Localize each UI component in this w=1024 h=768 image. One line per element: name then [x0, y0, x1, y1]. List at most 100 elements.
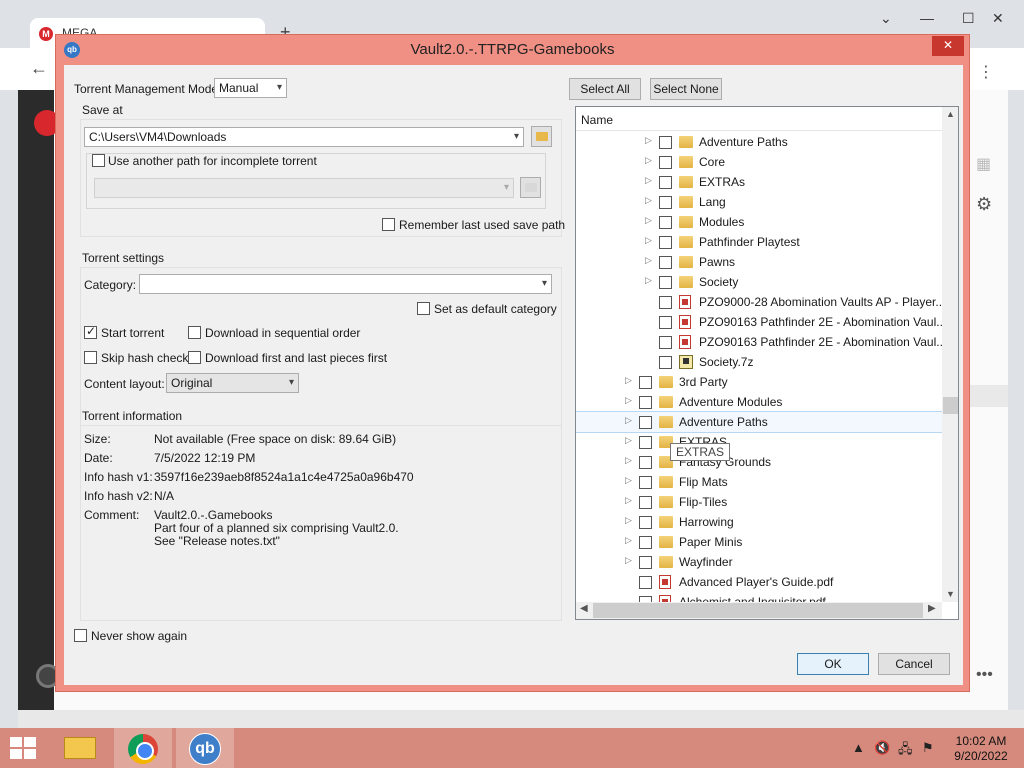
tree-row[interactable]: ▷ Adventure Paths — [576, 411, 943, 433]
expand-arrow-icon[interactable]: ▷ — [625, 475, 632, 486]
tree-row-checkbox[interactable] — [639, 396, 652, 409]
expand-arrow-icon[interactable]: ▷ — [625, 535, 632, 546]
tree-row[interactable]: ▷ Wayfinder — [576, 552, 942, 572]
tree-row-checkbox[interactable] — [659, 156, 672, 169]
tree-row-checkbox[interactable] — [639, 536, 652, 549]
tree-row-checkbox[interactable] — [659, 196, 672, 209]
dialog-titlebar[interactable]: qb Vault2.0.-.TTRPG-Gamebooks ✕ — [56, 35, 969, 65]
tree-row-checkbox[interactable] — [639, 456, 652, 469]
cancel-button[interactable]: Cancel — [878, 653, 950, 675]
default-category-checkbox[interactable] — [417, 302, 430, 315]
tree-row[interactable]: ▷ EXTRAS — [576, 432, 942, 452]
tree-row[interactable]: ▷ Pawns — [576, 252, 942, 272]
expand-arrow-icon[interactable]: ▷ — [645, 135, 652, 146]
minimize-icon[interactable]: — — [920, 10, 934, 26]
name-column-header[interactable]: Name — [581, 113, 613, 127]
skip-hash-checkbox[interactable] — [84, 351, 97, 364]
tree-row[interactable]: ▷ EXTRAs — [576, 172, 942, 192]
save-path-combo[interactable]: C:\Users\VM4\Downloads ▾ — [84, 127, 524, 147]
expand-arrow-icon[interactable]: ▷ — [625, 395, 632, 406]
tray-expand-icon[interactable]: ▲ — [852, 740, 865, 755]
tree-row-checkbox[interactable] — [639, 376, 652, 389]
horizontal-scrollbar[interactable]: ◀ ▶ — [576, 602, 942, 619]
expand-arrow-icon[interactable]: ▷ — [645, 255, 652, 266]
taskbar-qbittorrent[interactable]: qb — [176, 728, 234, 768]
select-all-button[interactable]: Select All — [569, 78, 641, 100]
scroll-left-icon[interactable]: ◀ — [580, 603, 588, 614]
expand-arrow-icon[interactable]: ▷ — [645, 195, 652, 206]
tree-row-checkbox[interactable] — [639, 516, 652, 529]
tree-row-checkbox[interactable] — [659, 176, 672, 189]
scroll-down-icon[interactable]: ▼ — [946, 589, 955, 599]
remember-path-checkbox[interactable] — [382, 218, 395, 231]
scroll-up-icon[interactable]: ▲ — [946, 109, 955, 119]
expand-arrow-icon[interactable]: ▷ — [625, 375, 632, 386]
expand-arrow-icon[interactable]: ▷ — [645, 155, 652, 166]
kebab-menu-icon[interactable]: ⋮ — [978, 62, 994, 82]
taskbar-clock[interactable]: 10:02 AM 9/20/2022 — [946, 734, 1016, 764]
tree-row-checkbox[interactable] — [659, 336, 672, 349]
grid-view-icon[interactable]: ▦ — [976, 154, 991, 174]
tree-row-checkbox[interactable] — [639, 496, 652, 509]
tree-header[interactable]: Name ⌃ — [576, 107, 942, 131]
tree-row-checkbox[interactable] — [639, 476, 652, 489]
speaker-muted-icon[interactable]: 🔇 — [874, 740, 890, 756]
tree-row[interactable]: ▷ Modules — [576, 212, 942, 232]
action-center-flag-icon[interactable]: ⚑ — [922, 740, 934, 756]
tree-row-checkbox[interactable] — [639, 416, 652, 429]
scroll-right-icon[interactable]: ▶ — [928, 603, 936, 614]
tree-row-checkbox[interactable] — [639, 556, 652, 569]
tree-row[interactable]: Society.7z — [576, 352, 942, 372]
expand-arrow-icon[interactable]: ▷ — [645, 175, 652, 186]
maximize-icon[interactable]: ☐ — [962, 10, 975, 27]
expand-arrow-icon[interactable]: ▷ — [625, 515, 632, 526]
start-torrent-checkbox[interactable] — [84, 324, 97, 339]
close-window-icon[interactable]: ✕ — [992, 10, 1004, 27]
tree-row[interactable]: ▷ Pathfinder Playtest — [576, 232, 942, 252]
tree-row[interactable]: ▷ Harrowing — [576, 512, 942, 532]
gear-icon[interactable]: ⚙ — [976, 194, 992, 215]
content-layout-select[interactable]: Original ▾ — [166, 373, 299, 393]
tree-row[interactable]: Advanced Player's Guide.pdf — [576, 572, 942, 592]
file-tree[interactable]: Name ⌃ ▷ Adventure Paths ▷ Core ▷ EXTRAs ▷ Lang… — [575, 106, 959, 620]
tree-row[interactable]: ▷ Fantasy Grounds — [576, 452, 942, 472]
tree-row[interactable]: ▷ Flip Mats — [576, 472, 942, 492]
tree-row[interactable]: PZO90163 Pathfinder 2E - Abomination Vau… — [576, 312, 946, 332]
select-none-button[interactable]: Select None — [650, 78, 722, 100]
tree-row[interactable]: ▷ Society — [576, 272, 942, 292]
management-mode-select[interactable]: Manual ▾ — [214, 78, 287, 98]
vertical-scroll-thumb[interactable] — [943, 397, 958, 414]
taskbar-chrome[interactable] — [114, 728, 172, 768]
another-path-checkbox[interactable] — [92, 154, 105, 167]
expand-arrow-icon[interactable]: ▷ — [625, 435, 632, 446]
network-icon[interactable]: 🖧 — [898, 740, 913, 762]
expand-arrow-icon[interactable]: ▷ — [625, 415, 632, 426]
browse-folder-button[interactable] — [531, 126, 552, 147]
expand-arrow-icon[interactable]: ▷ — [625, 555, 632, 566]
tree-row[interactable]: ▷ Flip-Tiles — [576, 492, 942, 512]
dialog-close-button[interactable]: ✕ — [932, 36, 964, 56]
tree-row[interactable]: ▷ Paper Minis — [576, 532, 942, 552]
expand-arrow-icon[interactable]: ▷ — [645, 215, 652, 226]
tree-row-checkbox[interactable] — [639, 436, 652, 449]
ok-button[interactable]: OK — [797, 653, 869, 675]
vertical-scrollbar[interactable]: ▲ ▼ — [942, 107, 958, 602]
back-arrow-icon[interactable]: ← — [30, 58, 48, 79]
expand-arrow-icon[interactable]: ▷ — [625, 455, 632, 466]
tree-row-checkbox[interactable] — [659, 316, 672, 329]
tree-row-checkbox[interactable] — [659, 296, 672, 309]
tree-row[interactable]: ▷ Adventure Modules — [576, 392, 942, 412]
taskbar-file-explorer[interactable] — [52, 728, 110, 768]
category-combo[interactable]: ▾ — [139, 274, 552, 294]
tree-row-checkbox[interactable] — [659, 276, 672, 289]
tree-row-checkbox[interactable] — [639, 576, 652, 589]
tree-row[interactable]: ▷ 3rd Party — [576, 372, 942, 392]
expand-arrow-icon[interactable]: ▷ — [625, 495, 632, 506]
more-options-icon[interactable]: ••• — [976, 666, 993, 684]
tree-row[interactable]: PZO9000-28 Abomination Vaults AP - Playe… — [576, 292, 945, 312]
tree-row[interactable]: ▷ Lang — [576, 192, 942, 212]
tree-row-checkbox[interactable] — [659, 256, 672, 269]
tree-row-checkbox[interactable] — [659, 356, 672, 369]
tree-row[interactable]: PZO90163 Pathfinder 2E - Abomination Vau… — [576, 332, 946, 352]
tree-row-checkbox[interactable] — [659, 216, 672, 229]
